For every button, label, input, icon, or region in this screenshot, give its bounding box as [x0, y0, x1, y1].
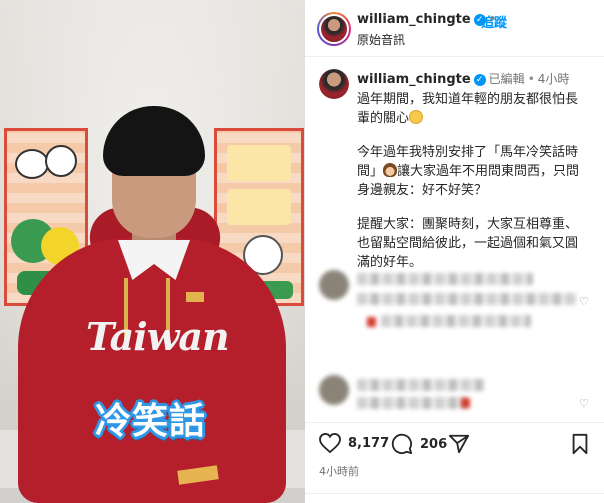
caption-username[interactable]: william_chingte [357, 72, 471, 87]
comments-scroll-area[interactable]: william_chingte ✓ 已編輯 • 4小時 過年期間，我知道年輕的朋友都很怕… [305, 57, 604, 422]
post-header: william_chingte ✓ • 追蹤 原始音訊 [305, 0, 604, 57]
grinning-emoji-icon [409, 110, 424, 124]
share-action [448, 433, 470, 455]
separator-dot: • [527, 72, 535, 86]
heart-icon[interactable] [319, 433, 341, 453]
caption-paragraph: 提醒大家：團聚時刻，大家互相尊重、也留點空間給彼此，一起過個和氣又圓滿的好年。 [357, 215, 587, 272]
caption-author-avatar[interactable] [319, 69, 349, 99]
post-timestamp[interactable]: 4小時前 [319, 463, 359, 479]
caption-time[interactable]: 4小時 [538, 72, 570, 86]
bookmark-icon[interactable] [571, 433, 589, 455]
comment-input-divider [305, 493, 604, 503]
like-count[interactable]: 8,177 [348, 436, 389, 451]
post-details-panel: william_chingte ✓ • 追蹤 原始音訊 william_chingt… [305, 0, 604, 503]
caption-line: 提醒大家：團聚時刻，大家互相尊重、也留點空間給彼此，一起過個和氣又圓滿的好年。 [357, 217, 579, 270]
caption-line: 過年期間，我知道年輕的朋友都很怕長輩的關心 [357, 92, 579, 126]
caption-header: william_chingte ✓ 已編輯 • 4小時 [357, 70, 569, 87]
comment-like-heart-icon[interactable]: ♡ [579, 397, 589, 410]
comment-line-blurred [357, 379, 485, 391]
comment-count[interactable]: 206 [420, 437, 447, 452]
comment-line-blurred [357, 293, 577, 305]
save-action [571, 433, 589, 455]
audio-label[interactable]: 原始音訊 [357, 31, 405, 48]
verified-badge-icon: ✓ [473, 73, 486, 86]
edited-label: 已編輯 [488, 72, 525, 86]
comment-emoji-blurred [461, 398, 470, 408]
post-media[interactable]: Taiwan 冷笑話 [0, 0, 305, 503]
comment-emoji-blurred [367, 317, 376, 327]
comment-avatar-blurred [319, 375, 349, 405]
person-emoji-icon [383, 163, 398, 177]
action-bar: 8,177 206 4小時前 [305, 422, 604, 503]
hair [103, 106, 205, 176]
comment-action: 206 [391, 433, 447, 455]
comment-line-blurred [357, 397, 467, 409]
caption-paragraph: 今年過年我特別安排了「馬年冷笑話時間」 讓大家過年不用問東問西，只問身邊親友：好不… [357, 143, 587, 200]
like-action: 8,177 [319, 433, 389, 453]
caption-text: 過年期間，我知道年輕的朋友都很怕長輩的關心 今年過年我特別安排了「馬年冷笑話時間… [357, 90, 587, 287]
author-username-row: william_chingte ✓ • [357, 12, 499, 27]
comment-bubble-icon[interactable] [391, 433, 413, 455]
caption-paragraph: 過年期間，我知道年輕的朋友都很怕長輩的關心 [357, 90, 587, 128]
comment-avatar-blurred [319, 270, 349, 300]
comment-like-heart-icon[interactable]: ♡ [579, 295, 589, 308]
author-avatar[interactable] [317, 12, 351, 46]
red-hoodie [18, 238, 286, 503]
hoodie-emblem [186, 292, 204, 302]
comment-line-blurred [381, 315, 531, 327]
hoodie-print-text: Taiwan [86, 314, 230, 359]
avatar-image [319, 69, 349, 99]
comment-line-blurred [357, 273, 533, 285]
author-username[interactable]: william_chingte [357, 12, 471, 27]
follow-button[interactable]: 追蹤 [481, 12, 507, 31]
send-paper-plane-icon[interactable] [448, 433, 470, 455]
video-caption-overlay: 冷笑話 [95, 401, 207, 442]
avatar-image [319, 14, 349, 44]
